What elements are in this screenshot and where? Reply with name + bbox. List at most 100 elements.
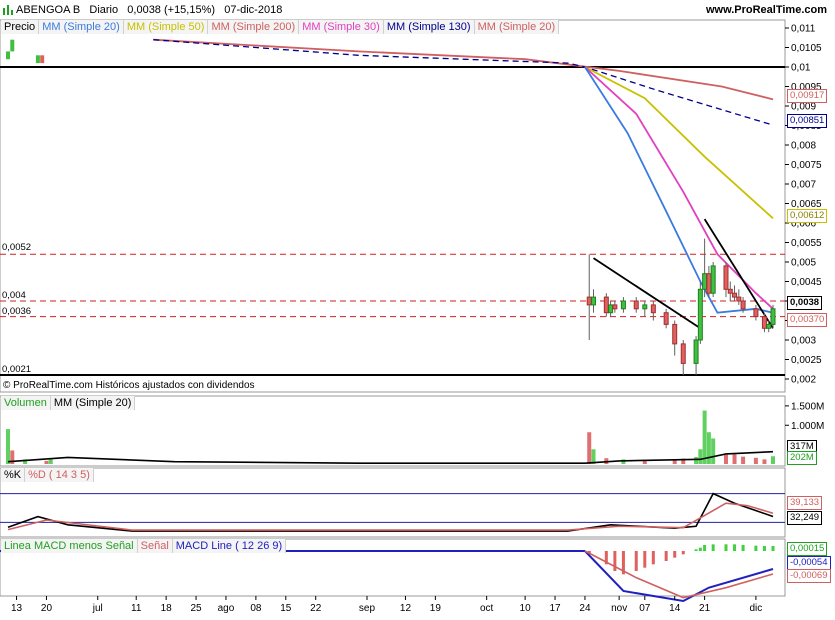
trendline: [593, 257, 701, 330]
stoch-d-line: [7, 502, 774, 531]
ma130-badge: 0,00851: [787, 114, 828, 128]
ma130-line: [153, 39, 774, 126]
volume-bar: [6, 429, 10, 464]
x-tick-label: 11: [131, 603, 142, 614]
x-tick-label: 15: [280, 603, 292, 614]
y-tick-label: 0,0045: [791, 277, 822, 288]
candle: [672, 323, 678, 345]
legend-item[interactable]: Señal: [137, 539, 173, 553]
macd-histogram-bar: [634, 551, 638, 571]
level-label: 0,004: [2, 290, 26, 301]
ma20-badge: 0,00370: [787, 313, 828, 327]
candle: [680, 343, 686, 364]
legend-item[interactable]: MM (Simple 20): [474, 20, 560, 34]
y-tick-label: 0,003: [791, 336, 816, 347]
y-tick-label: 0,0075: [791, 160, 822, 171]
volume-bar: [44, 460, 49, 464]
x-tick-label: 22: [310, 603, 322, 614]
candle: [740, 300, 746, 310]
candle: [693, 339, 699, 364]
x-tick-label: 20: [41, 603, 53, 614]
volume-bar: [702, 410, 707, 464]
y-tick-label: 0,0025: [791, 355, 822, 366]
volume-bar: [741, 456, 746, 464]
x-tick-label: 21: [699, 603, 711, 614]
legend-item[interactable]: Precio: [1, 20, 40, 34]
y-tick-label: 0,008: [791, 141, 816, 152]
y-tick-label: 0,0105: [791, 43, 822, 54]
macd-signal-line: [584, 550, 774, 599]
legend-item[interactable]: MM (Simple 20): [39, 20, 124, 34]
legend-item[interactable]: Volumen: [1, 396, 51, 410]
macd-histogram-bar: [698, 547, 702, 551]
candle: [663, 312, 669, 325]
candle: [6, 51, 10, 60]
legend-item[interactable]: Linea MACD menos Señal: [1, 539, 138, 553]
candle: [766, 323, 772, 329]
candle: [732, 292, 738, 298]
x-tick-label: 24: [579, 603, 591, 614]
candle: [697, 288, 703, 341]
x-tick-label: 18: [161, 603, 173, 614]
volume-bar: [753, 457, 758, 464]
macd-histogram-bar: [754, 545, 758, 551]
x-tick-label: 07: [639, 603, 651, 614]
x-tick-label: 12: [400, 603, 412, 614]
volume-bar: [698, 449, 703, 464]
candle: [710, 265, 716, 294]
legend-item[interactable]: %K: [1, 468, 26, 482]
macd-histogram-bar: [643, 551, 647, 568]
y-tick-label: 1.000M: [791, 421, 824, 432]
stoch-k-badge: 32,249: [787, 511, 823, 525]
legend-item[interactable]: MM (Simple 200): [208, 20, 300, 34]
candle: [633, 300, 639, 310]
x-tick-label: jul: [92, 603, 103, 614]
ma30-line: [584, 66, 774, 310]
macd-histogram-bar: [694, 549, 698, 551]
macd-histogram-bar: [733, 544, 737, 551]
candle: [642, 304, 648, 310]
y-tick-label: 0,002: [791, 375, 816, 386]
candle: [761, 316, 767, 329]
macd-histogram-bar: [771, 546, 775, 551]
candle: [650, 304, 656, 314]
volume-bar: [48, 459, 53, 464]
candle: [702, 273, 708, 290]
ma20-line: [584, 66, 774, 314]
legend-item[interactable]: MM (Simple 50): [123, 20, 209, 34]
y-tick-label: 0,0055: [791, 238, 822, 249]
legend-item[interactable]: MM (Simple 20): [50, 396, 136, 410]
macd-legend: Linea MACD menos Señal Señal MACD Line ( 1…: [1, 539, 287, 553]
volume-bar: [723, 454, 728, 464]
macd-histogram-bar: [651, 551, 655, 565]
y-tick-label: 0,011: [791, 24, 816, 35]
macd-hist-badge: 0,00015: [787, 542, 828, 556]
legend-item[interactable]: %D ( 14 3 5): [25, 468, 94, 482]
volume-bar: [732, 454, 737, 464]
candle: [603, 296, 609, 314]
macd-histogram-bar: [711, 544, 715, 551]
volume-ma-line: [7, 450, 774, 465]
price-legend: Precio MM (Simple 20) MM (Simple 50) MM (Si…: [1, 20, 560, 34]
x-tick-label: 25: [190, 603, 202, 614]
level-label: 0,0052: [2, 242, 32, 253]
macd-histogram-bar: [762, 546, 766, 551]
x-tick-label: 19: [430, 603, 442, 614]
price-chart[interactable]: 0,0110,01050,010,00950,0090,00850,0080,0…: [0, 0, 835, 620]
legend-item[interactable]: MACD Line ( 12 26 9): [172, 539, 287, 553]
candle: [736, 296, 742, 302]
macd-histogram-bar: [664, 551, 668, 561]
legend-item[interactable]: MM (Simple 30): [299, 20, 384, 34]
candle: [723, 265, 729, 290]
x-tick-label: 08: [250, 603, 262, 614]
x-tick-label: 14: [669, 603, 681, 614]
y-tick-label: 1.500M: [791, 401, 824, 412]
ma50-line: [584, 66, 774, 219]
macd-histogram-bar: [681, 551, 685, 555]
stoch-k-line: [7, 492, 774, 532]
legend-item[interactable]: MM (Simple 130): [383, 20, 475, 34]
macd-line-badge: -0,00054: [787, 556, 831, 570]
x-tick-label: 10: [520, 603, 532, 614]
x-tick-label: nov: [611, 603, 627, 614]
candle: [591, 296, 597, 306]
